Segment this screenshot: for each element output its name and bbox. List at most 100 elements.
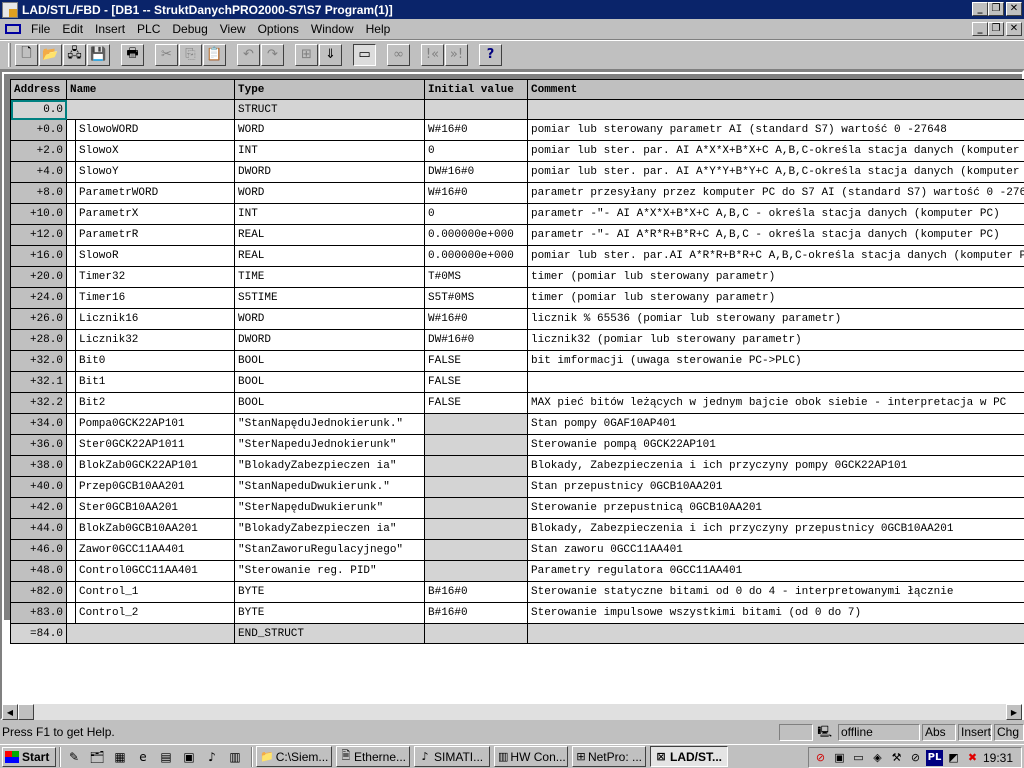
initial-value-cell[interactable] bbox=[424, 497, 528, 519]
table-row[interactable]: +44.0 BlokZab0GCB10AA201 "BlokadyZabezpiec… bbox=[10, 518, 1024, 540]
comment-cell[interactable]: Blokady, Zabezpieczenia i ich przyczyny … bbox=[527, 518, 1024, 540]
open-icon[interactable]: 📂 bbox=[39, 43, 62, 66]
name-cell[interactable]: Ster0GCB10AA201 bbox=[66, 497, 235, 519]
address-cell[interactable]: +32.2 bbox=[10, 392, 67, 414]
address-cell[interactable]: +32.1 bbox=[10, 371, 67, 393]
accessible-nodes-icon[interactable]: 🖧 bbox=[63, 43, 86, 66]
table-row[interactable]: +32.2 Bit2 BOOL FALSE MAX pieć bitów leżącyc… bbox=[10, 392, 1024, 414]
type-cell[interactable]: REAL bbox=[234, 245, 425, 267]
start-button[interactable]: Start bbox=[2, 746, 56, 767]
horizontal-scrollbar[interactable]: ◀ ▶ bbox=[2, 704, 1022, 720]
name-cell[interactable]: SlowoX bbox=[66, 140, 235, 162]
type-cell[interactable]: BOOL bbox=[234, 350, 425, 372]
address-cell[interactable]: +2.0 bbox=[10, 140, 67, 162]
address-cell[interactable]: +48.0 bbox=[10, 560, 67, 582]
initial-value-cell[interactable] bbox=[424, 476, 528, 498]
initial-value-cell[interactable]: FALSE bbox=[424, 392, 528, 414]
toolbar-grip[interactable] bbox=[8, 42, 11, 67]
tools-icon[interactable]: ⚒ bbox=[888, 750, 905, 766]
menu-help[interactable]: Help bbox=[360, 22, 397, 36]
no-entry-icon[interactable]: ⊘ bbox=[812, 750, 829, 766]
name-cell[interactable]: Zawor0GCC11AA401 bbox=[66, 539, 235, 561]
clock[interactable]: 19:31 bbox=[983, 751, 1013, 765]
header-comment[interactable]: Comment bbox=[527, 79, 1024, 100]
table-row[interactable]: +46.0 Zawor0GCC11AA401 "StanZaworuRegulacy… bbox=[10, 539, 1024, 561]
taskbar-button[interactable]: ▥ HW Con... bbox=[494, 746, 568, 767]
comment-cell[interactable]: pomiar lub ster. par.AI A*R*R+B*R+C A,B,… bbox=[527, 245, 1024, 267]
struct-row[interactable]: 0.0 STRUCT bbox=[10, 99, 1024, 120]
address-cell[interactable]: +44.0 bbox=[10, 518, 67, 540]
comment-cell[interactable] bbox=[527, 99, 1024, 120]
table-row[interactable]: +0.0 SlowoWORD WORD W#16#0 pomiar lub sterow… bbox=[10, 119, 1024, 141]
comment-cell[interactable]: Parametry regulatora 0GCC11AA401 bbox=[527, 560, 1024, 582]
type-cell[interactable]: END_STRUCT bbox=[234, 623, 425, 644]
initial-value-cell[interactable] bbox=[424, 99, 528, 120]
module-info-icon[interactable]: ⊞ bbox=[295, 43, 318, 66]
menu-plc[interactable]: PLC bbox=[131, 22, 166, 36]
name-cell[interactable]: ParametrR bbox=[66, 224, 235, 246]
comment-cell[interactable]: timer (pomiar lub sterowany parametr) bbox=[527, 266, 1024, 288]
comment-cell[interactable]: Stan zaworu 0GCC11AA401 bbox=[527, 539, 1024, 561]
comment-cell[interactable]: Sterowanie impulsowe wszystkimi bitami (… bbox=[527, 602, 1024, 624]
table-row[interactable]: +16.0 SlowoR REAL 0.000000e+000 pomiar lub s… bbox=[10, 245, 1024, 267]
name-cell[interactable]: Timer16 bbox=[66, 287, 235, 309]
type-cell[interactable]: BOOL bbox=[234, 371, 425, 393]
scroll-thumb[interactable] bbox=[18, 704, 34, 720]
paperclip-icon[interactable]: ⊘ bbox=[907, 750, 924, 766]
initial-value-cell[interactable]: S5T#0MS bbox=[424, 287, 528, 309]
new-icon[interactable]: 🗋 bbox=[15, 43, 38, 66]
table-row[interactable]: +4.0 SlowoY DWORD DW#16#0 pomiar lub ster. p… bbox=[10, 161, 1024, 183]
type-cell[interactable]: "SterNapeduJednokierunk" bbox=[234, 434, 425, 456]
notepad-icon[interactable]: ✎ bbox=[64, 748, 84, 766]
initial-value-cell[interactable]: 0.000000e+000 bbox=[424, 224, 528, 246]
restore-button[interactable]: ❐ bbox=[988, 2, 1004, 16]
close-button[interactable]: ✕ bbox=[1006, 2, 1022, 16]
paste-icon[interactable]: 📋 bbox=[203, 43, 226, 66]
type-cell[interactable]: STRUCT bbox=[234, 99, 425, 120]
save-icon[interactable]: 💾 bbox=[87, 43, 110, 66]
comment-cell[interactable]: Sterowanie przepustnicą 0GCB10AA201 bbox=[527, 497, 1024, 519]
address-cell[interactable]: +40.0 bbox=[10, 476, 67, 498]
cut-icon[interactable]: ✂ bbox=[155, 43, 178, 66]
type-cell[interactable]: BOOL bbox=[234, 392, 425, 414]
table-row[interactable]: +82.0 Control_1 BYTE B#16#0 Sterowanie staty… bbox=[10, 581, 1024, 603]
address-cell[interactable]: +32.0 bbox=[10, 350, 67, 372]
initial-value-cell[interactable] bbox=[424, 623, 528, 644]
name-cell[interactable]: Ster0GCK22AP1011 bbox=[66, 434, 235, 456]
address-cell[interactable]: +12.0 bbox=[10, 224, 67, 246]
address-cell[interactable]: +16.0 bbox=[10, 245, 67, 267]
redo-icon[interactable]: ↷ bbox=[261, 43, 284, 66]
book-icon[interactable]: ▤ bbox=[156, 748, 176, 766]
type-cell[interactable]: "SterNapęduDwukierunk" bbox=[234, 497, 425, 519]
table-row[interactable]: +12.0 ParametrR REAL 0.000000e+000 parametr … bbox=[10, 224, 1024, 246]
name-cell[interactable] bbox=[66, 623, 235, 644]
type-cell[interactable]: WORD bbox=[234, 308, 425, 330]
table-row[interactable]: +34.0 Pompa0GCK22AP101 "StanNapęduJednokie… bbox=[10, 413, 1024, 435]
next-icon[interactable]: »! bbox=[445, 43, 468, 66]
comment-cell[interactable]: Sterowanie pompą 0GCK22AP101 bbox=[527, 434, 1024, 456]
type-cell[interactable]: TIME bbox=[234, 266, 425, 288]
name-cell[interactable] bbox=[66, 99, 235, 120]
initial-value-cell[interactable]: 0 bbox=[424, 140, 528, 162]
address-cell[interactable]: =84.0 bbox=[10, 623, 67, 644]
name-cell[interactable]: BlokZab0GCK22AP101 bbox=[66, 455, 235, 477]
taskbar-button[interactable]: 🗎 Etherne... bbox=[336, 746, 410, 767]
type-cell[interactable]: BYTE bbox=[234, 581, 425, 603]
name-cell[interactable]: ParametrWORD bbox=[66, 182, 235, 204]
explorer-icon[interactable]: 🗂 bbox=[87, 748, 107, 766]
window-list-icon[interactable]: ▥ bbox=[225, 748, 245, 766]
table-row[interactable]: +2.0 SlowoX INT 0 pomiar lub ster. par. AI A… bbox=[10, 140, 1024, 162]
initial-value-cell[interactable]: T#0MS bbox=[424, 266, 528, 288]
comment-cell[interactable]: licznik32 (pomiar lub sterowany parametr… bbox=[527, 329, 1024, 351]
printer-tray-icon[interactable]: ◈ bbox=[869, 750, 886, 766]
address-cell[interactable]: +82.0 bbox=[10, 581, 67, 603]
address-cell[interactable]: +83.0 bbox=[10, 602, 67, 624]
network-disconnected-icon[interactable]: ✖ bbox=[964, 750, 981, 766]
monitor-tray-icon[interactable]: ▣ bbox=[831, 750, 848, 766]
type-cell[interactable]: REAL bbox=[234, 224, 425, 246]
name-cell[interactable]: ParametrX bbox=[66, 203, 235, 225]
initial-value-cell[interactable] bbox=[424, 413, 528, 435]
struct-row[interactable]: =84.0 END_STRUCT bbox=[10, 623, 1024, 644]
initial-value-cell[interactable]: B#16#0 bbox=[424, 581, 528, 603]
monitor-icon[interactable]: ∞ bbox=[387, 43, 410, 66]
